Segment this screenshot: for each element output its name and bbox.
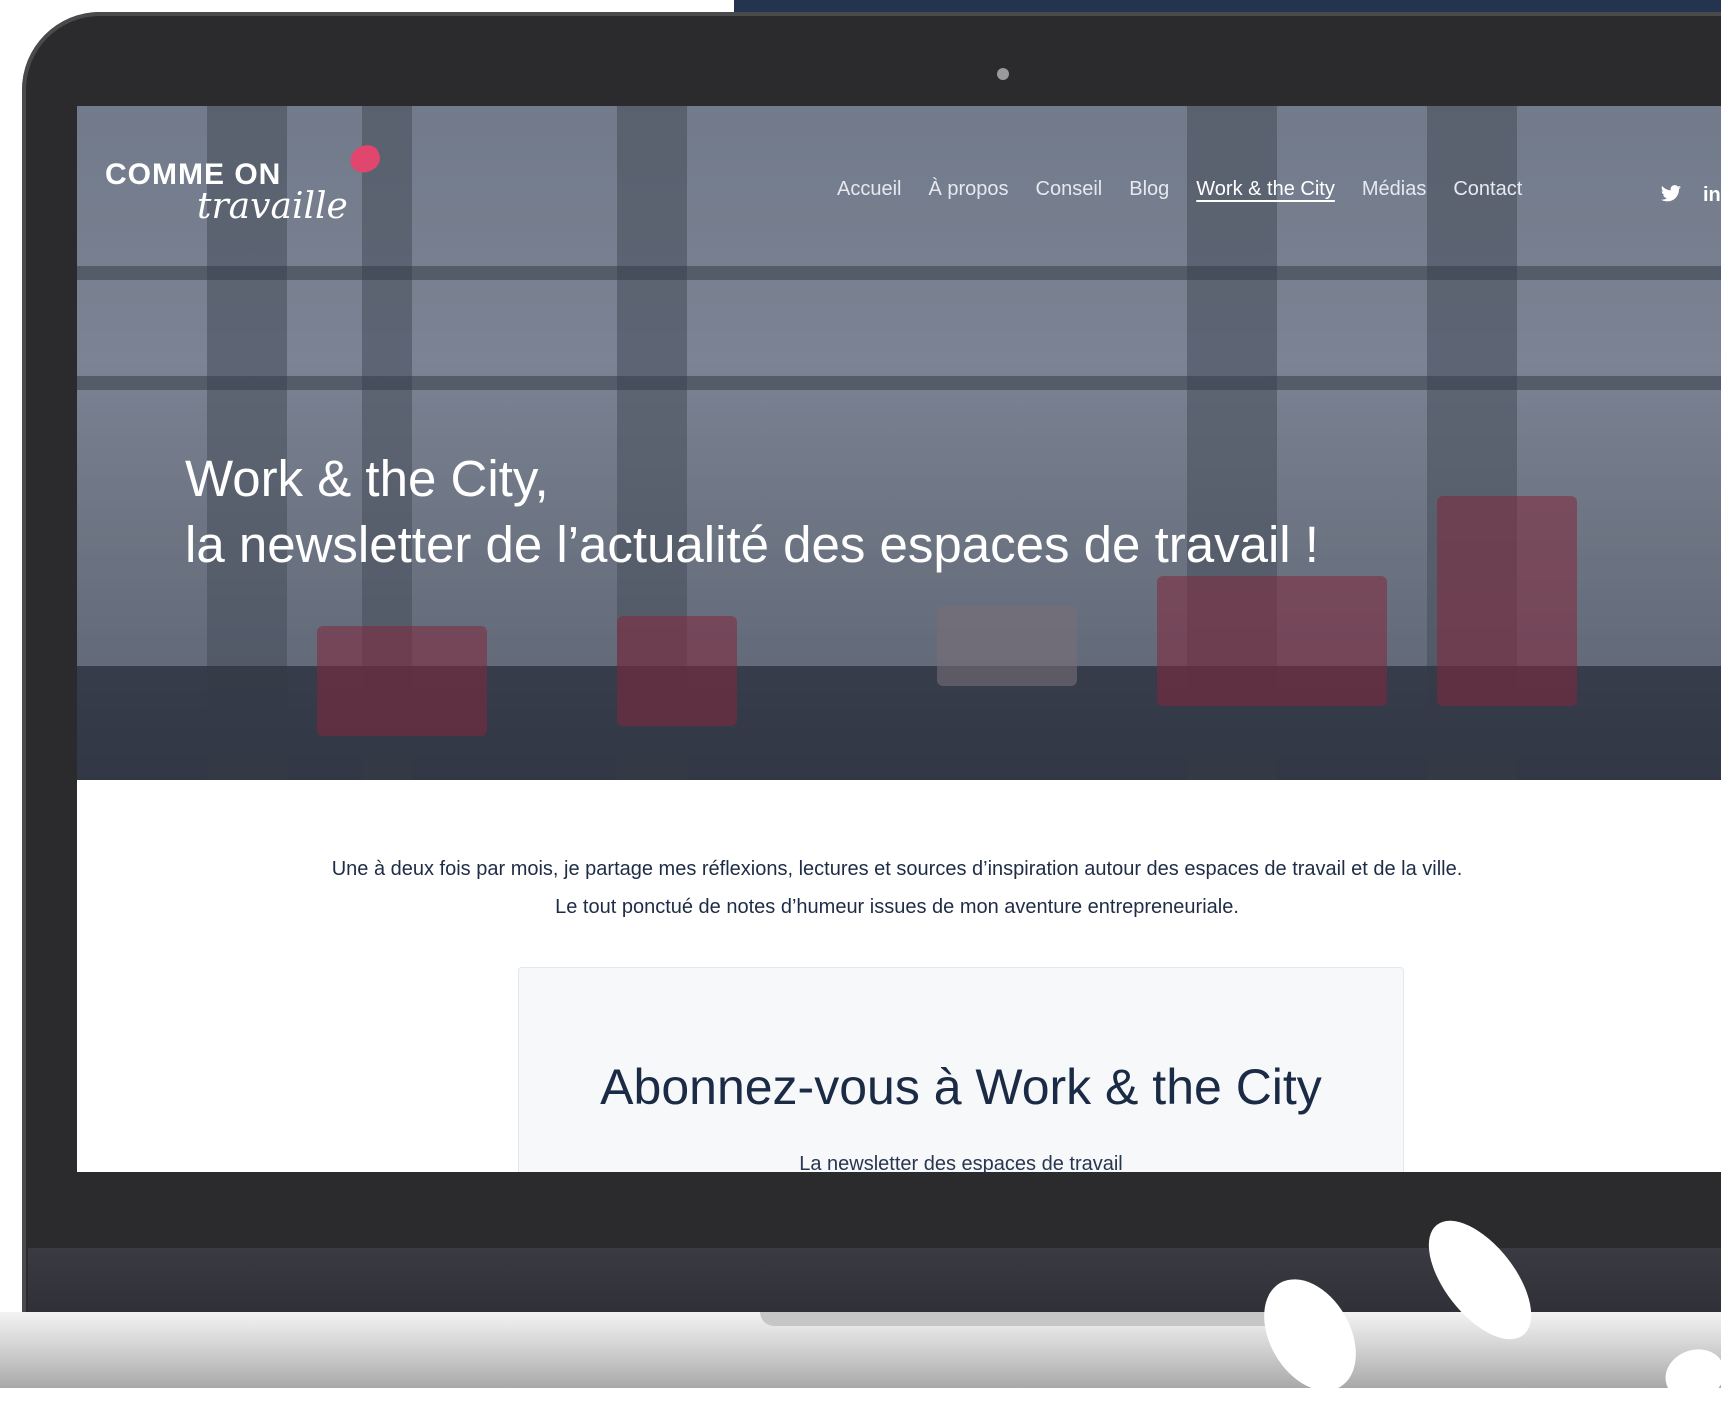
hero-title: Work & the City, la newsletter de l’actu… — [185, 446, 1319, 578]
nav-item-medias[interactable]: Médias — [1362, 178, 1426, 208]
intro-text: Une à deux fois par mois, je partage mes… — [97, 850, 1697, 926]
hero-sofa — [937, 606, 1077, 686]
site-logo[interactable]: COMME ON travaille — [105, 141, 395, 236]
browser-screen: COMME ON travaille Accueil À propos Cons… — [77, 106, 1721, 1172]
camera-icon — [997, 68, 1009, 80]
hero-beam — [77, 376, 1721, 390]
logo-dot-icon — [346, 141, 384, 177]
hero-title-line1: Work & the City, — [185, 450, 549, 507]
nav-item-contact[interactable]: Contact — [1453, 178, 1522, 208]
subscribe-title: Abonnez-vous à Work & the City — [600, 1059, 1322, 1115]
logo-text-script: travaille — [197, 186, 348, 227]
hero-armchair — [317, 626, 487, 736]
intro-line2: Le tout ponctué de notes d’humeur issues… — [555, 896, 1239, 918]
hero-beam — [77, 266, 1721, 280]
nav-item-accueil[interactable]: Accueil — [837, 178, 901, 208]
hero-armchair — [1157, 576, 1387, 706]
intro-line1: Une à deux fois par mois, je partage mes… — [331, 858, 1463, 880]
nav-item-a-propos[interactable]: À propos — [928, 178, 1008, 208]
nav-item-work-and-the-city[interactable]: Work & the City — [1196, 178, 1335, 208]
hero-title-line2: la newsletter de l’actualité des espaces… — [185, 516, 1319, 573]
main-content: Une à deux fois par mois, je partage mes… — [77, 780, 1721, 1172]
main-nav: Accueil À propos Conseil Blog Work & the… — [837, 178, 1549, 208]
subscribe-subtitle: La newsletter des espaces de travail — [799, 1153, 1123, 1172]
twitter-icon[interactable] — [1660, 184, 1682, 210]
subscribe-card: Abonnez-vous à Work & the City La newsle… — [518, 967, 1404, 1172]
nav-item-blog[interactable]: Blog — [1129, 178, 1169, 208]
hero-banner: COMME ON travaille Accueil À propos Cons… — [77, 106, 1721, 780]
nav-item-conseil[interactable]: Conseil — [1036, 178, 1103, 208]
hero-armchair — [1437, 496, 1577, 706]
hero-armchair — [617, 616, 737, 726]
linkedin-icon[interactable]: in — [1703, 184, 1721, 207]
laptop-base-notch — [760, 1312, 1280, 1326]
